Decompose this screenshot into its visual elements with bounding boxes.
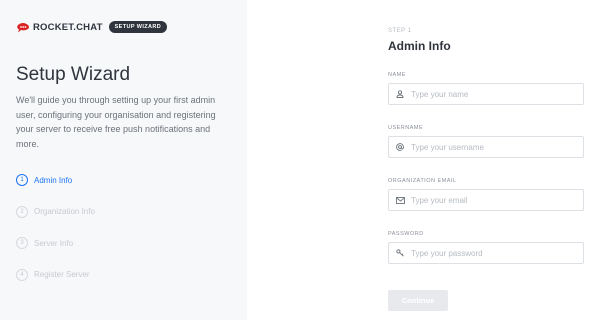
step-label: Admin Info (34, 175, 73, 185)
username-field: USERNAME (388, 125, 584, 158)
step-admin-info[interactable]: 1 Admin Info (16, 172, 95, 188)
name-input[interactable] (411, 89, 571, 99)
name-field: NAME (388, 72, 584, 105)
step-number: 2 (16, 205, 28, 218)
email-input[interactable] (411, 195, 571, 205)
step-organization-info[interactable]: 2 Organization Info (16, 204, 95, 220)
wizard-description: We'll guide you through setting up your … (16, 95, 216, 149)
step-number: 3 (16, 237, 28, 249)
username-input-box[interactable] (388, 136, 584, 158)
at-icon (389, 143, 411, 151)
name-label: NAME (388, 72, 406, 78)
rocket-chat-logo-icon (16, 21, 30, 33)
form-title: Admin Info (388, 39, 451, 53)
email-input-box[interactable] (388, 189, 584, 211)
username-input[interactable] (411, 142, 571, 152)
key-icon (389, 249, 411, 257)
step-label: Register Server (34, 270, 90, 279)
step-label: Server Info (34, 238, 74, 248)
step-label: Organization Info (34, 207, 95, 216)
form-panel: STEP 1 Admin Info NAME USERNAME ORGANIZA… (247, 0, 600, 320)
password-label: PASSWORD (388, 231, 424, 237)
sidebar-panel: ROCKET.CHAT SETUP WIZARD Setup Wizard We… (0, 0, 247, 320)
brand-name: ROCKET.CHAT (33, 21, 103, 33)
password-input[interactable] (411, 248, 571, 258)
email-label: ORGANIZATION EMAIL (388, 178, 457, 184)
mail-icon (389, 196, 411, 204)
step-number: 4 (16, 268, 28, 281)
page-title: Setup Wizard (16, 64, 131, 85)
password-field: PASSWORD (388, 231, 584, 264)
step-server-info[interactable]: 3 Server Info (16, 235, 95, 251)
steps-list: 1 Admin Info 2 Organization Info 3 Serve… (16, 172, 95, 298)
setup-wizard-badge: SETUP WIZARD (108, 21, 168, 33)
password-input-box[interactable] (388, 242, 584, 264)
name-input-box[interactable] (388, 83, 584, 105)
username-label: USERNAME (388, 125, 424, 131)
step-indicator: STEP 1 (388, 28, 412, 34)
email-field: ORGANIZATION EMAIL (388, 178, 584, 211)
brand: ROCKET.CHAT SETUP WIZARD (16, 21, 168, 33)
step-number: 1 (16, 174, 28, 186)
step-register-server[interactable]: 4 Register Server (16, 267, 95, 283)
user-icon (389, 90, 411, 98)
continue-button[interactable]: Continue (388, 290, 448, 311)
